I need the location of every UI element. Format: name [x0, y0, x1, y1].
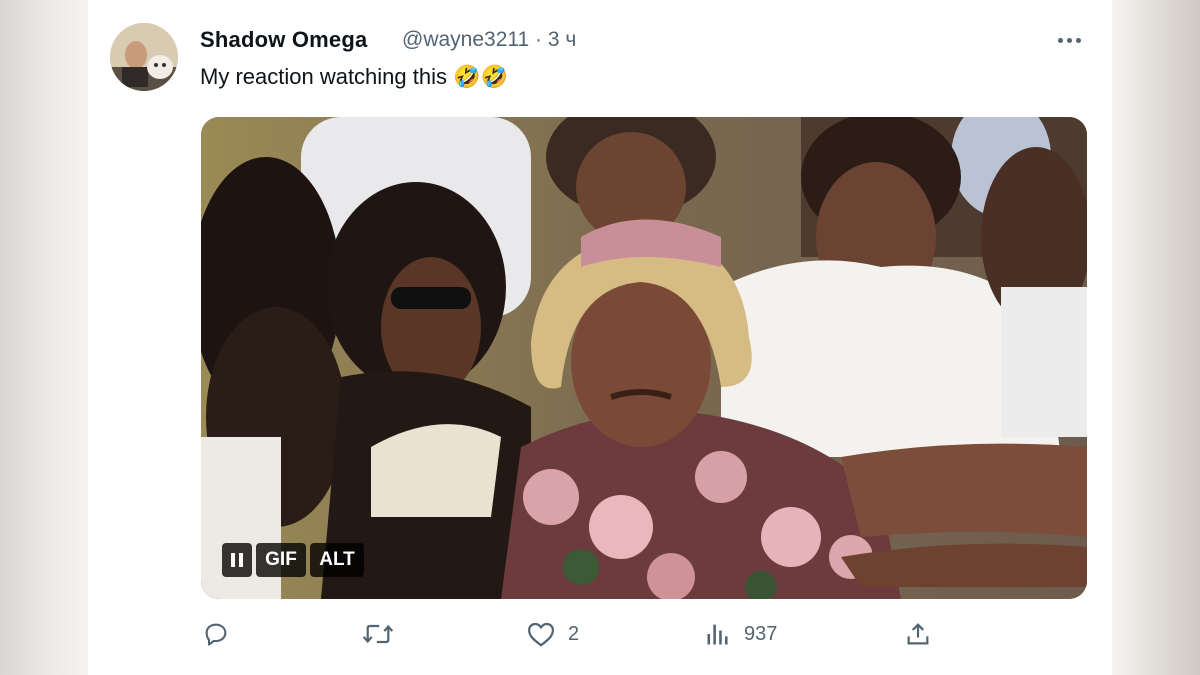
author-name[interactable]: Shadow Omega [200, 27, 367, 53]
more-horizontal-icon [1067, 37, 1072, 43]
gif-frame-image [201, 117, 1087, 599]
heart-icon [528, 622, 554, 647]
views-icon [707, 624, 728, 645]
gif-badge: GIF [256, 543, 306, 577]
pause-icon [231, 553, 243, 567]
like-button[interactable]: 2 [526, 620, 579, 648]
avatar-image [110, 23, 178, 91]
more-horizontal-icon [1076, 37, 1081, 43]
tweet-actions: 2 937 [0, 620, 1200, 660]
author-handle-and-time[interactable]: @wayne3211 · 3 ч [402, 28, 576, 52]
like-count: 2 [568, 622, 580, 645]
tweet-text: My reaction watching this 🤣🤣 [200, 64, 508, 89]
avatar[interactable] [110, 23, 178, 91]
pause-button[interactable] [222, 543, 252, 577]
share-icon [907, 623, 929, 645]
retweet-button[interactable] [362, 620, 394, 648]
views-count: 937 [744, 622, 778, 645]
reply-button[interactable] [202, 620, 230, 648]
views-button[interactable]: 937 [704, 620, 777, 648]
more-options-button[interactable] [1058, 30, 1088, 50]
alt-text-button[interactable]: ALT [310, 543, 364, 577]
retweet-icon [362, 624, 394, 644]
gif-media[interactable] [201, 117, 1087, 599]
share-button[interactable] [904, 620, 932, 648]
more-horizontal-icon [1058, 37, 1063, 43]
reply-icon [205, 623, 227, 646]
media-badges: GIF ALT [222, 543, 364, 577]
